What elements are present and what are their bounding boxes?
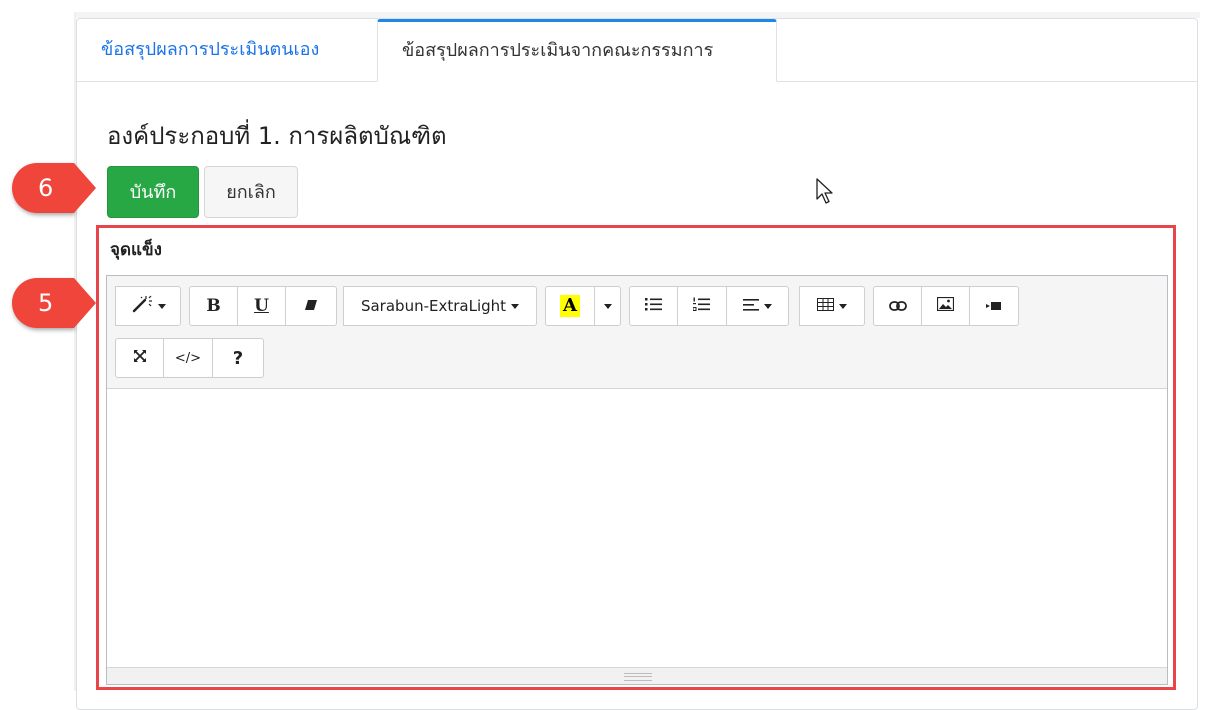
font-name-dropdown[interactable]: Sarabun-ExtraLight xyxy=(343,286,537,326)
align-dropdown-button[interactable] xyxy=(727,286,789,326)
page-top-band xyxy=(0,0,1213,12)
bold-button[interactable]: B xyxy=(189,286,238,326)
chevron-down-icon xyxy=(764,303,772,309)
code-view-button[interactable]: </> xyxy=(164,338,213,378)
ordered-list-icon xyxy=(692,297,711,315)
insert-video-button[interactable] xyxy=(970,286,1019,326)
tab-committee-assessment-summary[interactable]: ข้อสรุปผลการประเมินจากคณะกรรมการ xyxy=(377,19,777,82)
font-style-group: B U xyxy=(189,286,337,326)
ordered-list-button[interactable] xyxy=(678,286,727,326)
callout-badge-save: 6 xyxy=(12,163,96,213)
help-button[interactable]: ? xyxy=(213,338,264,378)
font-name-label: Sarabun-ExtraLight xyxy=(360,297,507,315)
align-icon xyxy=(743,297,759,315)
section-title: องค์ประกอบที่ 1. การผลิตบัณฑิต xyxy=(107,122,447,150)
style-group xyxy=(115,286,181,326)
link-icon xyxy=(888,297,907,315)
save-button[interactable]: บันทึก xyxy=(107,166,199,218)
rich-text-editor: B U Sarabun-ExtraLight A </> ? xyxy=(106,275,1168,685)
paragraph-group xyxy=(629,286,789,326)
editor-resize-bar[interactable] xyxy=(107,667,1167,684)
style-dropdown-button[interactable] xyxy=(115,286,181,326)
underline-icon: U xyxy=(254,296,269,316)
table-group xyxy=(799,286,865,326)
chevron-down-icon xyxy=(511,303,520,309)
picture-icon xyxy=(936,296,955,315)
fullscreen-icon xyxy=(133,349,147,367)
insert-picture-button[interactable] xyxy=(922,286,970,326)
chevron-down-icon xyxy=(839,303,847,309)
video-icon xyxy=(986,297,1002,315)
cancel-button[interactable]: ยกเลิก xyxy=(204,166,298,218)
eraser-icon xyxy=(304,297,318,315)
magic-icon xyxy=(131,295,153,317)
table-icon xyxy=(817,297,834,315)
strengths-label: จุดแข็ง xyxy=(110,240,162,260)
chevron-down-icon xyxy=(603,303,612,309)
unordered-list-icon xyxy=(644,297,663,315)
editor-toolbar: B U Sarabun-ExtraLight A </> ? xyxy=(107,276,1167,389)
insert-link-button[interactable] xyxy=(873,286,922,326)
color-group: A xyxy=(545,286,621,326)
insert-group xyxy=(873,286,1019,326)
code-view-icon: </> xyxy=(174,350,202,366)
misc-group: </> ? xyxy=(115,338,264,378)
fullscreen-button[interactable] xyxy=(115,338,164,378)
callout-badge-editor: 5 xyxy=(12,278,96,328)
underline-button[interactable]: U xyxy=(238,286,286,326)
editor-content-area[interactable] xyxy=(107,389,1167,669)
resize-grip-icon xyxy=(624,673,652,681)
unordered-list-button[interactable] xyxy=(629,286,678,326)
chevron-down-icon xyxy=(157,303,166,309)
mouse-pointer-icon xyxy=(816,178,836,210)
bold-icon: B xyxy=(206,296,221,316)
tab-bar: ข้อสรุปผลการประเมินตนเอง ข้อสรุปผลการประ… xyxy=(77,19,1197,82)
font-color-icon: A xyxy=(560,295,580,317)
help-icon: ? xyxy=(232,347,244,369)
font-color-button[interactable]: A xyxy=(545,286,595,326)
clear-format-button[interactable] xyxy=(286,286,337,326)
table-dropdown-button[interactable] xyxy=(799,286,865,326)
tab-self-assessment-summary[interactable]: ข้อสรุปผลการประเมินตนเอง xyxy=(77,19,377,81)
color-dropdown-button[interactable] xyxy=(595,286,621,326)
font-name-group: Sarabun-ExtraLight xyxy=(343,286,537,326)
